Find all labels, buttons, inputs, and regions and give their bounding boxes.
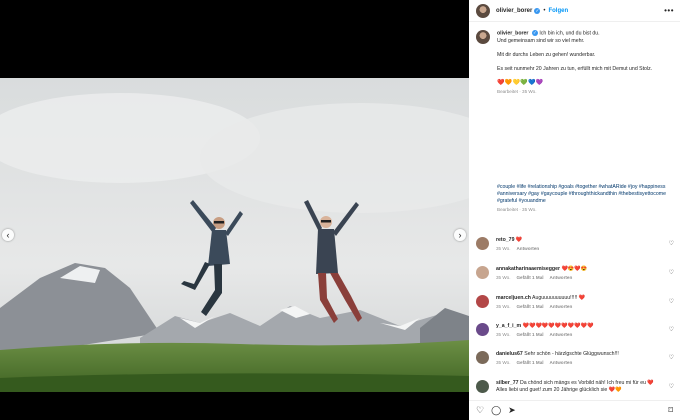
comment-avatar[interactable] bbox=[476, 237, 489, 250]
comment-username[interactable]: annakatharinaaemisegger bbox=[496, 266, 560, 272]
author-username[interactable]: olivier_borer bbox=[496, 8, 532, 14]
caption-avatar[interactable] bbox=[476, 30, 490, 44]
previous-photo-button[interactable]: ‹ bbox=[2, 229, 14, 241]
comment-time: 35 Wo. bbox=[496, 274, 511, 280]
comment-time: 35 Wo. bbox=[496, 331, 511, 337]
caption-hearts: ❤️🧡💛💚💙💜 bbox=[497, 80, 544, 87]
caption-edited-label: Bearbeitet · 35 Wo. bbox=[497, 89, 537, 95]
caption-line-3: Mit dir durchs Leben zu gehen! wunderbar… bbox=[497, 51, 596, 58]
comments-area[interactable]: olivier_borer ✓ Ich bin ich, und du bist… bbox=[469, 22, 680, 400]
comment-avatar[interactable] bbox=[476, 323, 489, 336]
follow-button[interactable]: Folgen bbox=[548, 8, 568, 14]
post-sidebar: olivier_borer ✓ • Folgen ••• olivier_bor… bbox=[469, 0, 680, 420]
share-icon[interactable]: ➤ bbox=[508, 406, 516, 415]
comment-item: annakatharinaaemisegger ❤️😍❤️😍 35 Wo. Gef… bbox=[476, 266, 676, 281]
photo-scene bbox=[0, 78, 469, 392]
comment-avatar[interactable] bbox=[476, 295, 489, 308]
post-action-bar: ♡ ◯ ➤ ⌑ bbox=[469, 400, 680, 420]
caption-line-1: Ich bin ich, und du bist du. bbox=[539, 30, 600, 37]
comment-like-icon[interactable]: ♡ bbox=[669, 383, 674, 390]
comment-text: ❤️❤️❤️❤️❤️❤️❤️❤️❤️❤️❤️ bbox=[522, 323, 594, 329]
comment-item: marceljuen.ch Auguuuuuuuuuu!!!!! ❤️ 35 W… bbox=[476, 295, 676, 310]
caption-time: Bearbeitet · 35 Wo. bbox=[497, 207, 537, 213]
comment-like-icon[interactable]: ♡ bbox=[669, 240, 674, 247]
caption-line-4: Es seit nunmehr 20 Jahren zu tun, erfüll… bbox=[497, 65, 653, 72]
comment-text: ❤️ bbox=[515, 237, 523, 243]
comment-likes[interactable]: Gefällt 1 Mal bbox=[516, 360, 543, 365]
comment-text: Sehr schön - härzlgschte Glüggwunsch!!! bbox=[524, 351, 619, 357]
comment-username[interactable]: y_a_f_i_m bbox=[496, 323, 521, 329]
comment-item: silber_77 Da chönd sich mängs es Vorbild… bbox=[476, 380, 676, 393]
reply-button[interactable]: Antworten bbox=[550, 360, 573, 365]
comment-like-icon[interactable]: ♡ bbox=[669, 269, 674, 276]
comment-text: Auguuuuuuuuuu!!!!! ❤️ bbox=[532, 295, 586, 301]
comment-icon[interactable]: ◯ bbox=[491, 406, 501, 415]
comment-username[interactable]: marceljuen.ch bbox=[496, 295, 531, 301]
caption-line-2: Und gemeinsam sind wir so viel mehr. bbox=[497, 37, 585, 44]
post-caption: olivier_borer ✓ Ich bin ich, und du bist… bbox=[476, 30, 673, 213]
comment-like-icon[interactable]: ♡ bbox=[669, 298, 674, 305]
like-icon[interactable]: ♡ bbox=[476, 406, 484, 415]
comment-item: reto_79 ❤️ 35 Wo. Antworten ♡ bbox=[476, 237, 676, 252]
comment-likes[interactable]: Gefällt 1 Mal bbox=[516, 275, 543, 280]
caption-verified-icon: ✓ bbox=[531, 30, 538, 36]
caption-hashtags[interactable]: #couple #life #relationship #goals #toge… bbox=[497, 184, 667, 206]
comment-time: 35 Wo. bbox=[496, 245, 511, 251]
reply-button[interactable]: Antworten bbox=[550, 275, 573, 280]
comment-avatar[interactable] bbox=[476, 266, 489, 279]
reply-button[interactable]: Antworten bbox=[550, 332, 573, 337]
comment-like-icon[interactable]: ♡ bbox=[669, 354, 674, 361]
post-photo[interactable] bbox=[0, 78, 469, 392]
more-options-icon[interactable]: ••• bbox=[664, 6, 674, 15]
next-photo-button[interactable]: › bbox=[454, 229, 466, 241]
comment-avatar[interactable] bbox=[476, 380, 489, 393]
caption-username[interactable]: olivier_borer bbox=[497, 30, 528, 36]
post-header: olivier_borer ✓ • Folgen ••• bbox=[469, 0, 680, 22]
comment-likes[interactable]: Gefällt 1 Mal bbox=[516, 304, 543, 309]
verified-badge-icon: ✓ bbox=[534, 7, 541, 14]
comment-text: ❤️😍❤️😍 bbox=[561, 266, 588, 272]
author-avatar[interactable] bbox=[476, 3, 490, 18]
header-separator: • bbox=[543, 7, 546, 14]
comment-item: y_a_f_i_m ❤️❤️❤️❤️❤️❤️❤️❤️❤️❤️❤️ 35 Wo. G… bbox=[476, 323, 676, 338]
comment-time: 35 Wo. bbox=[496, 359, 511, 365]
reply-button[interactable]: Antworten bbox=[516, 246, 539, 251]
comment-text: Da chönd sich mängs es Vorbild näh! Ich … bbox=[496, 380, 654, 393]
media-pane: ‹ › bbox=[0, 0, 469, 420]
comment-username[interactable]: silber_77 bbox=[496, 380, 519, 386]
comment-username[interactable]: danielus67 bbox=[496, 351, 523, 357]
comment-time: 35 Wo. bbox=[496, 303, 511, 309]
reply-button[interactable]: Antworten bbox=[550, 304, 573, 309]
comment-item: danielus67 Sehr schön - härzlgschte Glüg… bbox=[476, 351, 676, 366]
comment-username[interactable]: reto_79 bbox=[496, 237, 514, 243]
save-icon[interactable]: ⌑ bbox=[668, 406, 673, 415]
comment-likes[interactable]: Gefällt 1 Mal bbox=[516, 332, 543, 337]
comment-like-icon[interactable]: ♡ bbox=[669, 326, 674, 333]
comment-avatar[interactable] bbox=[476, 351, 489, 364]
